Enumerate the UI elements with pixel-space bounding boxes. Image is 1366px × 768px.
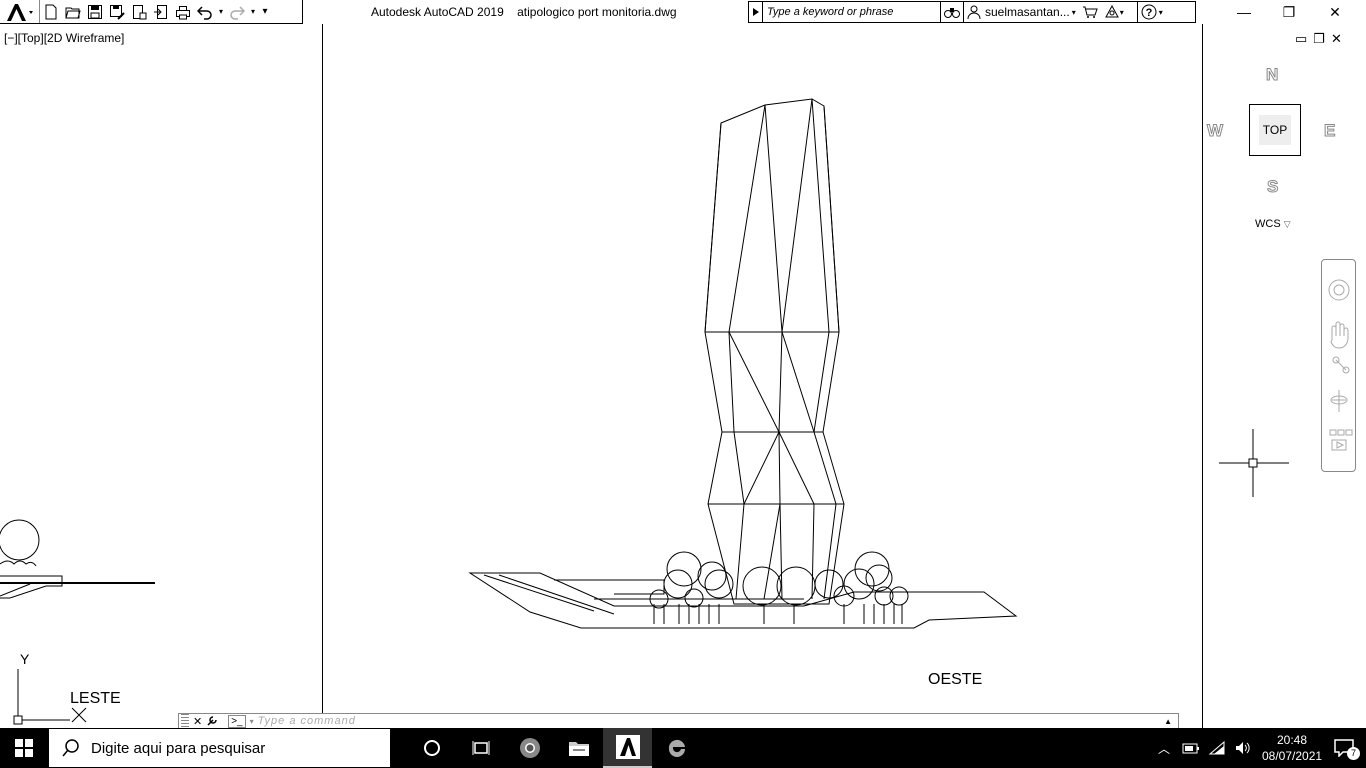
- notification-count: 7: [1347, 747, 1360, 760]
- clock-date: 08/07/2021: [1262, 749, 1323, 763]
- save-to-web-icon[interactable]: [128, 1, 150, 23]
- new-file-icon[interactable]: [40, 1, 62, 23]
- command-close-icon[interactable]: ✕: [193, 715, 202, 728]
- viewport-close-icon[interactable]: ✕: [1331, 31, 1342, 47]
- viewcube-top-face[interactable]: TOP: [1259, 115, 1291, 145]
- user-icon: [967, 5, 981, 19]
- navigation-bar: [1321, 259, 1356, 472]
- crosshair-cursor: [1219, 429, 1289, 497]
- command-history-icon[interactable]: ▾: [250, 717, 254, 726]
- undo-dropdown-icon[interactable]: ▾: [216, 1, 226, 23]
- wcs-label: WCS: [1255, 218, 1281, 230]
- autodesk-app-store-icon[interactable]: [1079, 2, 1101, 22]
- user-name: suelmasantan...: [985, 5, 1070, 19]
- app-title: Autodesk AutoCAD 2019: [371, 5, 504, 19]
- help-icon[interactable]: ? ▾: [1136, 2, 1166, 22]
- open-from-web-icon[interactable]: [150, 1, 172, 23]
- search-binoculars-icon[interactable]: [941, 2, 963, 22]
- left-drawing: [0, 519, 155, 725]
- undo-icon[interactable]: [194, 1, 216, 23]
- tray-overflow-icon[interactable]: ︿: [1158, 740, 1170, 757]
- viewport-restore-icon[interactable]: ❐: [1313, 31, 1325, 47]
- viewport-minimize-icon[interactable]: ▭: [1295, 31, 1307, 47]
- windows-taskbar: Digite aqui para pesquisar ︿ 20:48 08/07…: [0, 728, 1366, 768]
- taskbar-search-text: Digite aqui para pesquisar: [91, 739, 266, 757]
- viewcube-west[interactable]: W: [1206, 121, 1223, 141]
- navigation-bar-tools: [1328, 279, 1353, 451]
- wifi-icon[interactable]: [1208, 741, 1226, 755]
- window-title: Autodesk AutoCAD 2019 atipologico port m…: [371, 5, 677, 19]
- viewcube-south[interactable]: S: [1266, 177, 1278, 197]
- wcs-menu[interactable]: WCS ▽: [1255, 218, 1291, 230]
- open-file-icon[interactable]: [62, 1, 84, 23]
- save-icon[interactable]: [84, 1, 106, 23]
- viewcube[interactable]: TOP: [1249, 104, 1301, 156]
- viewport-left[interactable]: [−][Top][2D Wireframe] Y LESTE: [0, 24, 323, 728]
- edge-icon: [668, 739, 685, 757]
- taskbar-search[interactable]: Digite aqui para pesquisar: [48, 728, 391, 768]
- chrome-icon: [519, 738, 540, 758]
- search-expand-icon[interactable]: [749, 2, 763, 22]
- steering-wheel-icon: [1328, 279, 1350, 301]
- command-line: ✕ >_ ▾ ▲: [178, 713, 1179, 729]
- search-input[interactable]: [763, 2, 941, 22]
- leste-label: LESTE: [70, 690, 121, 707]
- viewcube-east[interactable]: E: [1323, 121, 1335, 141]
- svg-text:?: ?: [1145, 7, 1152, 19]
- start-button[interactable]: [0, 728, 48, 768]
- autocad-taskbar-icon: [615, 735, 640, 759]
- cortana-icon: [423, 740, 440, 756]
- folder-icon: [568, 742, 589, 756]
- pan-icon: [1330, 321, 1349, 349]
- maximize-button[interactable]: ❐: [1266, 0, 1312, 24]
- command-line-grip[interactable]: [181, 714, 189, 728]
- plot-icon[interactable]: [172, 1, 194, 23]
- save-as-icon[interactable]: [106, 1, 128, 23]
- tower-elevation-drawing: [468, 98, 1018, 629]
- customize-toolbar-icon[interactable]: ▾: [258, 1, 272, 23]
- user-dropdown-icon: ▾: [1071, 7, 1076, 17]
- application-menu-button[interactable]: [0, 0, 40, 23]
- file-name: atipologico port monitoria.dwg: [517, 5, 677, 19]
- windows-logo-icon: [15, 739, 33, 757]
- minimize-button[interactable]: —: [1221, 0, 1267, 24]
- command-prompt-icon[interactable]: >_: [228, 714, 246, 728]
- wcs-dropdown-icon: ▽: [1283, 219, 1291, 229]
- taskbar-file-explorer[interactable]: [554, 728, 603, 768]
- search-icon: [62, 739, 79, 757]
- redo-dropdown-icon[interactable]: ▾: [248, 1, 258, 23]
- sign-in-area[interactable]: suelmasantan... ▾: [963, 2, 1079, 22]
- clock-time: 20:48: [1276, 733, 1308, 747]
- taskbar-edge[interactable]: [652, 728, 701, 768]
- ucs-y-label: Y: [20, 651, 30, 667]
- viewport-window-controls: ▭ ❐ ✕: [1295, 31, 1342, 47]
- quick-access-toolbar: ▾ ▾ ▾: [0, 0, 303, 24]
- redo-icon[interactable]: [226, 1, 248, 23]
- viewport-main[interactable]: [324, 24, 1202, 728]
- infocenter-bar: suelmasantan... ▾ ▾ ?▾: [748, 1, 1196, 23]
- command-input[interactable]: [257, 714, 658, 728]
- taskbar-autocad[interactable]: [603, 728, 652, 768]
- close-button[interactable]: ✕: [1312, 0, 1358, 24]
- cortana-button[interactable]: [407, 728, 456, 768]
- viewcube-north[interactable]: N: [1265, 65, 1278, 85]
- autocad-window: ▾ ▾ ▾ Autodesk AutoCAD 2019 atipologico …: [0, 0, 1366, 768]
- volume-icon[interactable]: [1234, 741, 1252, 755]
- autodesk-a360-icon[interactable]: ▾: [1101, 2, 1127, 22]
- command-recent-icon[interactable]: ▲: [1164, 717, 1172, 726]
- command-customize-icon[interactable]: [206, 715, 218, 727]
- action-center-button[interactable]: 7: [1322, 728, 1366, 768]
- taskbar-chrome[interactable]: [505, 728, 554, 768]
- autocad-logo-icon: [6, 3, 33, 21]
- clock[interactable]: 20:48 08/07/2021: [1262, 732, 1322, 764]
- oeste-label: OESTE: [928, 671, 983, 688]
- system-tray: ︿ 20:48 08/07/2021 7: [1158, 728, 1366, 768]
- task-view-button[interactable]: [456, 728, 505, 768]
- battery-icon[interactable]: [1182, 741, 1200, 755]
- title-bar: ▾ ▾ ▾ Autodesk AutoCAD 2019 atipologico …: [0, 0, 1366, 24]
- task-view-icon: [472, 741, 489, 755]
